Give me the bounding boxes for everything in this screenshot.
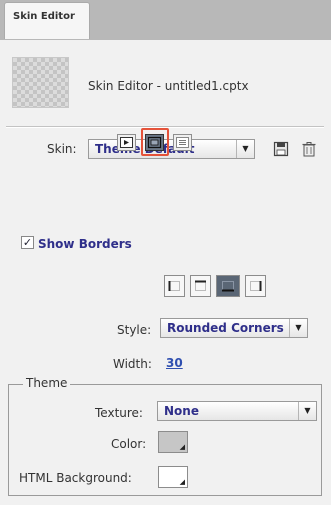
show-borders-label: Show Borders: [38, 237, 132, 251]
show-borders-checkbox[interactable]: ✓: [21, 236, 34, 249]
html-background-swatch[interactable]: ◢: [158, 466, 188, 488]
trash-icon: [302, 142, 316, 157]
html-background-label: HTML Background:: [19, 471, 132, 485]
width-label: Width:: [113, 357, 152, 371]
borders-view-button[interactable]: [145, 134, 164, 151]
border-bottom-icon: [222, 281, 234, 292]
delete-skin-button[interactable]: [301, 141, 317, 157]
border-style-select[interactable]: Rounded Corners ▼: [160, 318, 308, 338]
border-bottom-button[interactable]: [216, 275, 240, 297]
texture-value: None: [164, 404, 199, 418]
border-top-button[interactable]: [190, 275, 211, 297]
skin-thumbnail: [12, 57, 69, 108]
texture-select[interactable]: None ▼: [157, 401, 317, 421]
texture-label: Texture:: [95, 406, 143, 420]
skin-label: Skin:: [47, 142, 77, 156]
skin-select[interactable]: Theme Default ▼: [88, 139, 255, 159]
borders-icon: [147, 136, 162, 149]
theme-legend: Theme: [23, 376, 71, 390]
chevron-down-icon: ▼: [236, 140, 254, 158]
chevron-down-icon: ◢: [179, 478, 185, 486]
border-style-value: Rounded Corners: [167, 321, 284, 335]
border-right-button[interactable]: [245, 275, 266, 297]
save-skin-button[interactable]: [273, 141, 289, 157]
border-top-icon: [195, 280, 206, 291]
border-width-value[interactable]: 30: [166, 356, 183, 370]
playbar-view-button[interactable]: [117, 134, 136, 151]
border-left-icon: [168, 281, 180, 291]
chevron-down-icon: ◢: [179, 443, 185, 451]
border-right-icon: [250, 281, 262, 291]
color-label: Color:: [111, 437, 147, 451]
border-left-button[interactable]: [164, 275, 185, 297]
theme-color-swatch[interactable]: ◢: [158, 431, 188, 453]
save-icon: [273, 141, 289, 157]
style-label: Style:: [117, 323, 152, 337]
toc-view-button[interactable]: [173, 134, 192, 151]
tab-strip: Skin Editor: [0, 0, 331, 41]
document-title: Skin Editor - untitled1.cptx: [88, 79, 249, 93]
playbar-icon: [120, 137, 133, 148]
toc-icon: [176, 137, 189, 148]
chevron-down-icon: ▼: [289, 319, 307, 337]
chevron-down-icon: ▼: [298, 402, 316, 420]
tab-skin-editor[interactable]: Skin Editor: [4, 2, 90, 39]
